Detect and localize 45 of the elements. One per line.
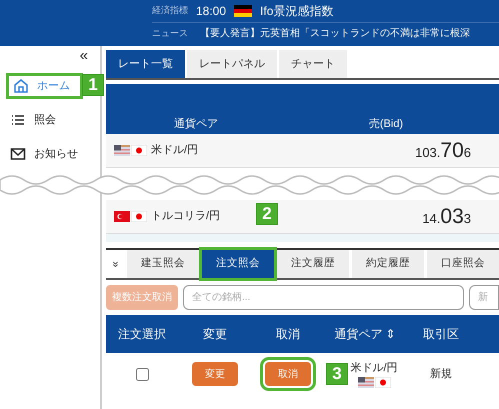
currency-pair: 米ドル/円 — [350, 361, 398, 376]
rate-tab[interactable]: レートパネル — [187, 50, 277, 78]
callout-number: 3 — [326, 363, 348, 385]
order-tab[interactable]: 口座照会 — [427, 250, 499, 278]
order-type: 新規 — [429, 366, 453, 382]
flag-icon — [131, 211, 147, 222]
callout-number: 2 — [256, 203, 278, 225]
column-header: 注文選択 — [117, 326, 167, 343]
flag-icon — [374, 376, 390, 388]
news-label: ニュース — [152, 26, 188, 40]
bid-price: 103.706 — [415, 138, 471, 164]
rate-tab[interactable]: チャート — [279, 50, 347, 78]
order-tab[interactable]: 注文履歴 — [277, 250, 349, 278]
sidebar-item[interactable]: ホーム — [6, 73, 83, 99]
indicator-time: 18:00 — [196, 3, 226, 20]
column-header: 取消 — [275, 326, 301, 343]
news-headline[interactable]: 【要人発言】元英首相「スコットランドの不満は非常に根深 — [200, 26, 470, 41]
collapse-button[interactable]: « — [80, 48, 88, 63]
column-header: 変更 — [202, 326, 228, 343]
flag-icon — [114, 145, 130, 156]
mail-icon — [10, 146, 26, 162]
sidebar-item[interactable]: 照会 — [6, 107, 60, 133]
currency-pair: 米ドル/円 — [151, 143, 198, 158]
flag-icon — [234, 5, 252, 17]
symbol-filter-field[interactable]: 全ての銘柄... — [183, 285, 464, 310]
column-header: 取引区 — [422, 326, 460, 343]
column-header: 通貨ペア — [173, 116, 219, 132]
order-tab[interactable]: 約定履歴 — [352, 250, 424, 278]
rate-row[interactable]: 米ドル/円 103.706 — [106, 134, 499, 168]
callout-number: 1 — [82, 74, 104, 96]
indicator-label: 経済指標 — [152, 4, 188, 18]
order-tab[interactable]: 建玉照会 — [127, 250, 199, 278]
home-icon — [13, 78, 29, 94]
column-header[interactable]: 通貨ペア ⇕ — [324, 325, 406, 343]
flag-icon — [114, 211, 130, 222]
bid-price: 14.033 — [422, 204, 471, 230]
column-header: 売(Bid) — [368, 116, 404, 132]
order-tab[interactable]: 注文照会 — [202, 250, 274, 278]
indicator-name: Ifo景況感指数 — [260, 3, 334, 20]
currency-pair: トルコリラ/円 — [151, 209, 220, 224]
rate-tab[interactable]: レート一覧 — [106, 50, 185, 78]
sidebar-item[interactable]: お知らせ — [6, 141, 82, 167]
flag-icon — [358, 376, 374, 388]
order-checkbox[interactable] — [136, 368, 148, 380]
flag-icon — [131, 145, 147, 156]
